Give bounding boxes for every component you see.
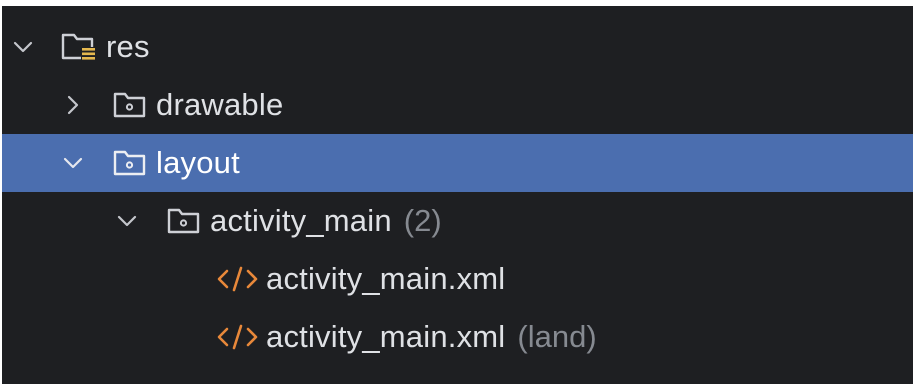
resource-folder-icon <box>60 31 100 63</box>
project-tree-panel: res drawable layout activity_main (2) ac… <box>2 6 913 384</box>
tree-row-label: activity_main.xml <box>266 261 506 296</box>
tree-row-res[interactable]: res <box>2 18 913 76</box>
folder-icon <box>110 89 150 121</box>
chevron-down-icon[interactable] <box>60 150 86 176</box>
tree-row-activity-main-xml-land[interactable]: activity_main.xml (land) <box>2 308 913 366</box>
tree-row-activity-main-xml[interactable]: activity_main.xml <box>2 250 913 308</box>
chevron-right-icon[interactable] <box>60 92 86 118</box>
tree-row-label: res <box>106 29 150 64</box>
tree-row-label: layout <box>156 145 240 180</box>
partially-visible-row <box>62 6 228 12</box>
tree-row-label: activity_main.xml <box>266 319 506 354</box>
folder-icon <box>164 205 204 237</box>
folder-icon <box>110 147 150 179</box>
xml-code-icon <box>216 263 260 295</box>
qualifier-hint: (land) <box>517 319 597 354</box>
tree-row-drawable[interactable]: drawable <box>2 76 913 134</box>
chevron-down-icon[interactable] <box>114 208 140 234</box>
tree-row-label: activity_main <box>210 203 392 238</box>
xml-code-icon <box>216 321 260 353</box>
file-count-hint: (2) <box>403 203 442 238</box>
tree-row-label: drawable <box>156 87 284 122</box>
tree-row-layout[interactable]: layout <box>2 134 913 192</box>
chevron-down-icon[interactable] <box>10 34 36 60</box>
tree-row-activity-main[interactable]: activity_main (2) <box>2 192 913 250</box>
screenshot-frame: res drawable layout activity_main (2) ac… <box>0 0 913 384</box>
